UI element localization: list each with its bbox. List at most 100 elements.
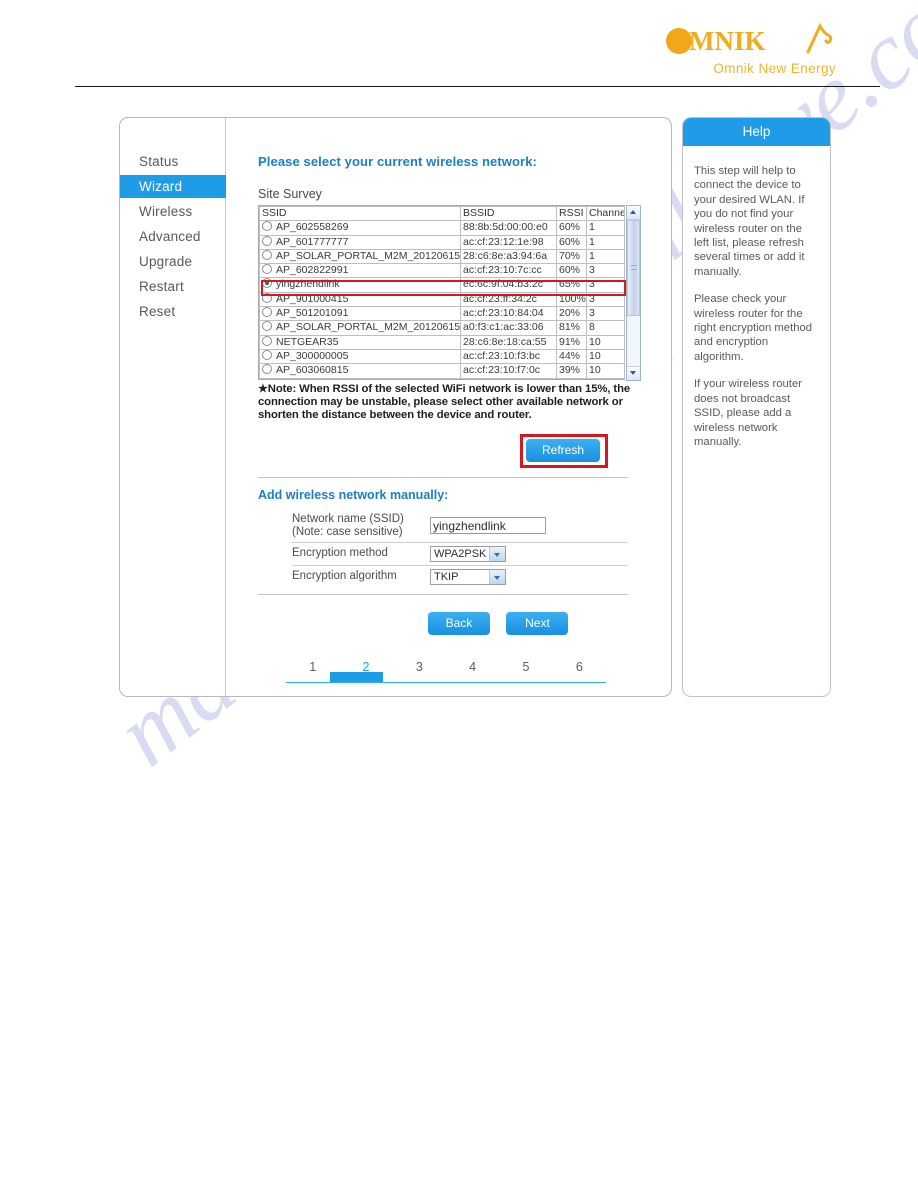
sidebar-item-wireless[interactable]: Wireless — [120, 200, 225, 223]
chevron-down-icon — [489, 546, 505, 561]
scrollbar-thumb[interactable] — [627, 220, 640, 316]
logo-tagline: Omnik New Energy — [713, 61, 836, 76]
col-header-bssid: BSSID — [460, 205, 557, 222]
cell-rssi: 60% — [556, 220, 587, 236]
content-pane: Please select your current wireless netw… — [227, 118, 671, 696]
next-button[interactable]: Next — [506, 611, 569, 635]
network-radio-button[interactable] — [262, 279, 272, 289]
cell-channel: 3 — [586, 306, 625, 322]
cell-bssid: ec:6c:9f:04:b3:2c — [460, 277, 557, 293]
cell-bssid: ac:cf:23:10:f7:0c — [460, 363, 557, 379]
network-radio-button[interactable] — [262, 350, 272, 360]
table-row[interactable]: AP_SOLAR_PORTAL_M2M_20120615 28:c6:8e:a3:… — [259, 248, 625, 265]
ssid-label: Network name (SSID) (Note: case sensitiv… — [292, 509, 430, 543]
table-row[interactable]: AP_602558269 88:8b:5d:00:00:e0 60% 1 — [259, 220, 625, 236]
help-panel: Help This step will help to connect the … — [682, 117, 831, 697]
scroll-up-button[interactable] — [627, 206, 640, 220]
site-survey-table-box: SSID BSSID RSSI Channel AP_602558269 88:8… — [258, 205, 626, 380]
table-row[interactable]: NETGEAR35 28:c6:8e:18:ca:55 91% 10 — [259, 334, 625, 350]
cell-ssid: AP_300000005 — [259, 348, 461, 365]
cell-channel: 10 — [586, 348, 625, 365]
encryption-method-value: WPA2PSK — [434, 547, 487, 560]
cell-rssi: 91% — [556, 334, 587, 350]
sidebar-item-upgrade[interactable]: Upgrade — [120, 250, 225, 273]
network-radio-button[interactable] — [262, 264, 272, 275]
refresh-button[interactable]: Refresh — [526, 438, 600, 462]
network-radio-button[interactable] — [262, 364, 272, 375]
cell-channel: 3 — [586, 263, 625, 279]
network-radio-button[interactable] — [262, 307, 272, 318]
ssid-label-line1: Network name (SSID) — [292, 512, 404, 525]
site-survey-scrollbar[interactable] — [626, 205, 641, 381]
ssid-text: AP_603060815 — [276, 364, 349, 377]
sidebar-item-wizard[interactable]: Wizard — [120, 175, 226, 198]
back-button[interactable]: Back — [428, 611, 490, 635]
ssid-text: yingzhendlink — [276, 278, 340, 291]
table-row[interactable]: AP_601777777 ac:cf:23:12:1e:98 60% 1 — [259, 234, 625, 250]
header-divider — [75, 86, 880, 87]
chevron-up-icon — [630, 210, 636, 214]
cell-ssid: AP_901000415 — [259, 291, 461, 308]
table-header-row: SSID BSSID RSSI Channel — [259, 205, 625, 222]
rssi-note: ★Note: When RSSI of the selected WiFi ne… — [258, 383, 642, 422]
step-number-6[interactable]: 6 — [553, 660, 606, 674]
ssid-input-cell — [430, 509, 628, 543]
table-row[interactable]: AP_901000415 ac:cf:23:ff:34:2c 100% 3 — [259, 291, 625, 308]
form-row-encryption-method: Encryption method WPA2PSK — [292, 542, 628, 566]
table-row[interactable]: AP_300000005 ac:cf:23:10:f3:bc 44% 10 — [259, 348, 625, 365]
scroll-down-button[interactable] — [627, 366, 640, 380]
table-row[interactable]: AP_SOLAR_PORTAL_M2M_20120615 a0:f3:c1:ac:… — [259, 320, 625, 336]
cell-bssid: 88:8b:5d:00:00:e0 — [460, 220, 557, 236]
page-header: MNIK Omnik New Energy — [0, 0, 918, 92]
cell-bssid: ac:cf:23:ff:34:2c — [460, 291, 557, 308]
network-radio-button[interactable] — [262, 321, 272, 332]
cell-ssid: AP_601777777 — [259, 234, 461, 250]
table-row[interactable]: AP_603060815 ac:cf:23:10:f7:0c 39% 10 — [259, 363, 625, 379]
cell-channel: 3 — [586, 277, 625, 293]
help-paragraph: This step will help to connect the devic… — [694, 165, 805, 278]
table-row[interactable]: yingzhendlink ec:6c:9f:04:b3:2c 65% 3 — [259, 277, 625, 293]
network-radio-button[interactable] — [262, 236, 272, 246]
encryption-algorithm-select[interactable]: TKIP — [430, 568, 506, 585]
main-window: Status Wizard Wireless Advanced Upgrade Resta… — [119, 117, 672, 697]
step-number-3[interactable]: 3 — [393, 660, 446, 674]
ssid-text: AP_300000005 — [276, 349, 349, 362]
section-divider-bottom — [258, 593, 628, 595]
step-number-5[interactable]: 5 — [499, 660, 552, 674]
col-header-channel: Channel — [586, 205, 625, 222]
cell-bssid: ac:cf:23:10:84:04 — [460, 306, 557, 322]
sidebar-item-advanced[interactable]: Advanced — [120, 225, 225, 248]
cell-rssi: 100% — [556, 291, 587, 308]
sidebar-item-reset[interactable]: Reset — [120, 300, 225, 323]
cell-ssid: AP_SOLAR_PORTAL_M2M_20120615 — [259, 320, 461, 336]
sidebar-item-status[interactable]: Status — [120, 150, 225, 173]
cell-rssi: 20% — [556, 306, 587, 322]
network-radio-button[interactable] — [262, 336, 272, 346]
logo-swoosh-icon — [806, 22, 833, 54]
refresh-area: Refresh — [258, 431, 642, 477]
form-row-encryption-algorithm: Encryption algorithm TKIP — [292, 565, 628, 588]
encryption-method-select[interactable]: WPA2PSK — [430, 545, 506, 562]
table-row[interactable]: AP_501201091 ac:cf:23:10:84:04 20% 3 — [259, 306, 625, 322]
network-radio-button[interactable] — [262, 250, 272, 260]
ssid-text: AP_602822991 — [276, 264, 349, 277]
sidebar-item-restart[interactable]: Restart — [120, 275, 225, 298]
logo-mark: MNIK — [660, 22, 840, 60]
manual-network-form: Network name (SSID) (Note: case sensitiv… — [292, 509, 628, 588]
network-radio-button[interactable] — [262, 293, 272, 303]
ssid-text: AP_602558269 — [276, 221, 349, 234]
cell-ssid: AP_602822991 — [259, 263, 461, 279]
table-row[interactable]: AP_602822991 ac:cf:23:10:7c:cc 60% 3 — [259, 263, 625, 279]
cell-channel: 10 — [586, 334, 625, 350]
cell-rssi: 60% — [556, 263, 587, 279]
cell-rssi: 39% — [556, 363, 587, 379]
ssid-text: NETGEAR35 — [276, 335, 339, 348]
network-radio-button[interactable] — [262, 221, 272, 232]
cell-channel: 3 — [586, 291, 625, 308]
ssid-text: AP_SOLAR_PORTAL_M2M_20120615 — [276, 321, 461, 334]
cell-channel: 8 — [586, 320, 625, 336]
ssid-input[interactable] — [430, 517, 546, 535]
step-number-4[interactable]: 4 — [446, 660, 499, 674]
chevron-down-icon — [489, 569, 505, 584]
encryption-algorithm-label: Encryption algorithm — [292, 570, 397, 583]
